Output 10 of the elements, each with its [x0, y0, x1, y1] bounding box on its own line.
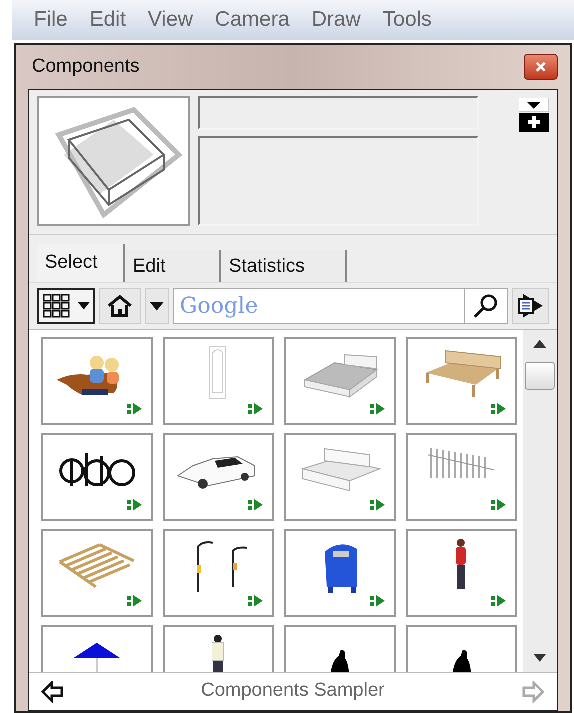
menu-item[interactable]: Camera — [215, 4, 290, 36]
menu-item[interactable]: File — [34, 4, 68, 36]
menu-item[interactable]: Edit — [90, 4, 126, 36]
search-field[interactable]: Google — [173, 288, 464, 324]
menu-item[interactable]: Draw — [312, 4, 361, 36]
collection-name: Components Sampler — [201, 679, 385, 704]
menu-item[interactable]: Tools — [382, 4, 432, 36]
menu-item[interactable]: View — [148, 4, 194, 36]
panel-title: Components — [31, 54, 140, 79]
tab[interactable]: Select — [37, 244, 125, 282]
